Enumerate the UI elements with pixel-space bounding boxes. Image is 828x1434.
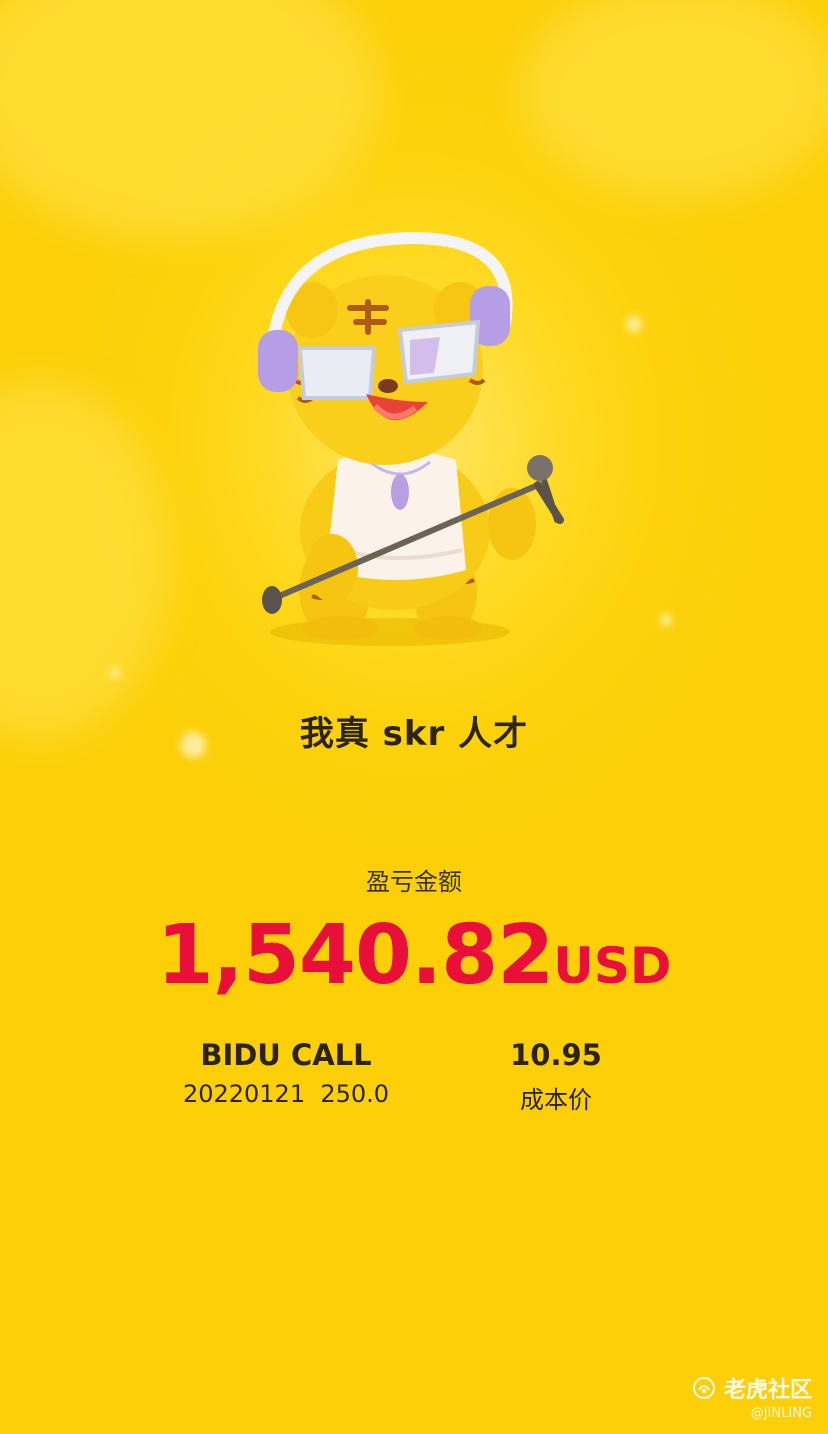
cost-price-value: 10.95 [510,1038,602,1072]
share-card-screen: 我真 skr 人才 盈亏金额 1,540.82USD BIDU CALL 202… [0,0,828,1434]
profit-loss-currency: USD [553,937,672,995]
option-expiry-strike: 20220121 250.0 [182,1080,390,1108]
profit-loss-label: 盈亏金额 [366,868,462,896]
background-swirl [520,0,828,200]
watermark-brand: 老虎社区 [723,1378,812,1403]
community-watermark: 老虎社区 [692,1372,812,1404]
background-swirl [0,0,380,240]
sparkle [626,316,642,332]
tagline: 我真 skr 人才 [299,714,529,754]
sparkle [110,668,120,678]
profit-loss-value: 1,540.82 [156,908,555,1003]
profit-loss-amount: 1,540.82USD [0,908,828,1003]
tiger-community-logo-icon [692,1377,715,1399]
option-symbol: BIDU CALL [200,1038,372,1072]
cost-price-label: 成本价 [520,1086,592,1114]
background-swirl [0,380,170,740]
sparkle [660,614,672,626]
tiger-mascot-singing-icon [258,231,564,646]
watermark-user: @JINLING [750,1406,812,1421]
